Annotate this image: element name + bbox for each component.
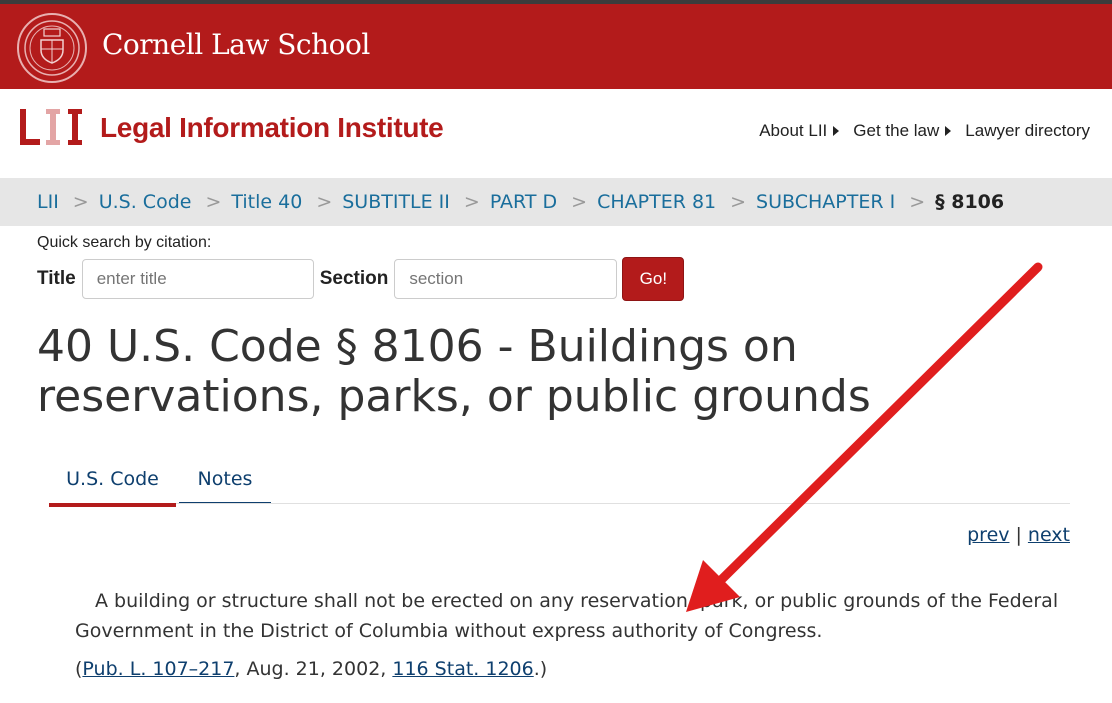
- quick-search-label: Quick search by citation:: [37, 234, 212, 251]
- pager: prev | next: [967, 524, 1070, 546]
- stat-link[interactable]: 116 Stat. 1206: [392, 658, 533, 680]
- source-date: , Aug. 21, 2002,: [234, 658, 393, 680]
- quick-search-form: Title Section Go!: [37, 257, 685, 301]
- next-link[interactable]: next: [1028, 524, 1070, 546]
- breadcrumb-chapter-81[interactable]: CHAPTER 81: [597, 191, 716, 213]
- breadcrumb-separator: >: [316, 191, 333, 213]
- breadcrumb-separator: >: [909, 191, 926, 213]
- breadcrumb-subchapter-i[interactable]: SUBCHAPTER I: [756, 191, 895, 213]
- top-nav: About LII Get the law Lawyer directory: [759, 121, 1090, 141]
- breadcrumb: LII > U.S. Code > Title 40 > SUBTITLE II…: [0, 178, 1112, 226]
- source-close: .): [533, 658, 548, 680]
- nav-lawyer-directory[interactable]: Lawyer directory: [965, 121, 1090, 141]
- title-input[interactable]: [81, 259, 314, 299]
- source-credit: (Pub. L. 107–217, Aug. 21, 2002, 116 Sta…: [75, 658, 547, 680]
- nav-label: Get the law: [853, 121, 940, 140]
- breadcrumb-separator: >: [463, 191, 480, 213]
- tab-notes[interactable]: Notes: [179, 455, 271, 503]
- nav-get-the-law[interactable]: Get the law: [853, 121, 952, 141]
- nav-about-lii[interactable]: About LII: [759, 121, 840, 141]
- cornell-law-school-title[interactable]: Cornell Law School: [102, 28, 370, 61]
- breadcrumb-separator: >: [205, 191, 222, 213]
- breadcrumb-separator: >: [571, 191, 588, 213]
- cornell-seal-icon[interactable]: [16, 12, 88, 84]
- breadcrumb-subtitle-ii[interactable]: SUBTITLE II: [342, 191, 450, 213]
- cornell-header: Cornell Law School: [0, 4, 1112, 89]
- breadcrumb-part-d[interactable]: PART D: [490, 191, 557, 213]
- breadcrumb-current: § 8106: [935, 191, 1005, 213]
- nav-label: About LII: [759, 121, 828, 140]
- breadcrumb-separator: >: [72, 191, 89, 213]
- pub-law-link[interactable]: Pub. L. 107–217: [82, 658, 234, 680]
- title-field-label: Title: [37, 268, 76, 289]
- tab-bar: U.S. Code Notes: [49, 455, 1070, 507]
- breadcrumb-separator: >: [730, 191, 747, 213]
- go-button[interactable]: Go!: [622, 257, 685, 301]
- prev-link[interactable]: prev: [967, 524, 1009, 546]
- section-field-label: Section: [319, 268, 389, 289]
- lii-title[interactable]: Legal Information Institute: [100, 112, 444, 144]
- caret-right-icon: [945, 126, 952, 136]
- nav-label: Lawyer directory: [965, 121, 1090, 140]
- breadcrumb-title-40[interactable]: Title 40: [231, 191, 302, 213]
- caret-right-icon: [833, 126, 840, 136]
- breadcrumb-lii[interactable]: LII: [37, 191, 59, 213]
- tab-us-code[interactable]: U.S. Code: [49, 455, 176, 507]
- section-input[interactable]: [394, 259, 618, 299]
- breadcrumb-us-code[interactable]: U.S. Code: [99, 191, 192, 213]
- statute-text: A building or structure shall not be ere…: [75, 590, 1059, 642]
- pager-divider: |: [1015, 524, 1022, 546]
- page-title: 40 U.S. Code § 8106 - Buildings on reser…: [37, 321, 871, 422]
- lii-logo-icon[interactable]: [18, 105, 90, 153]
